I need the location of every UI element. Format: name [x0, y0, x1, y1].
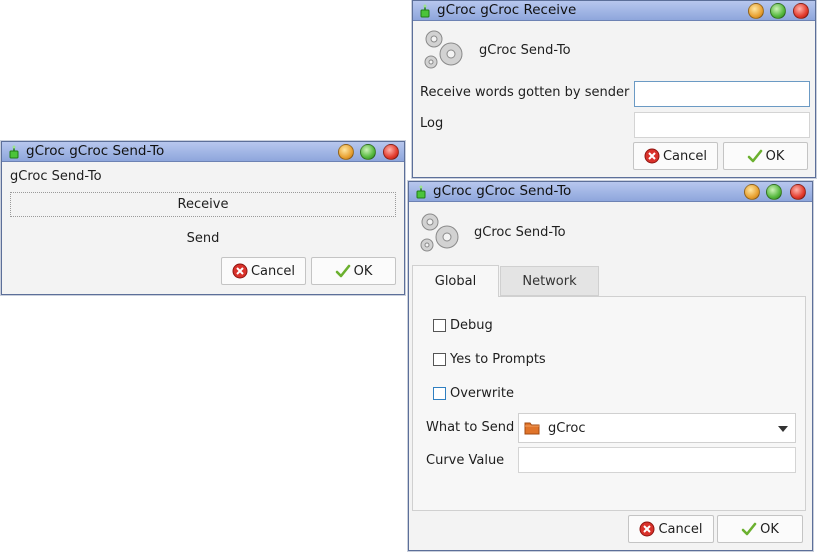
debug-checkbox[interactable]: Debug [433, 318, 493, 333]
ok-label: OK [765, 148, 785, 164]
ok-label: OK [760, 521, 779, 537]
gears-icon [420, 213, 459, 252]
cancel-button[interactable]: Cancel [633, 142, 718, 170]
dialog-heading: gCroc Send-To [10, 169, 102, 184]
chevron-down-icon [778, 426, 788, 432]
title-bar[interactable]: gCroc gCroc Send-To [2, 142, 404, 162]
yes-to-prompts-checkbox[interactable]: Yes to Prompts [433, 352, 546, 367]
gears-icon [424, 30, 463, 69]
cancel-label: Cancel [662, 148, 708, 164]
checkbox-box[interactable] [433, 353, 446, 366]
app-icon [416, 185, 426, 199]
cancel-button[interactable]: Cancel [221, 257, 306, 285]
what-to-send-value: gCroc [548, 420, 586, 436]
send-to-small-window: gCroc gCroc Send-To gCroc Send-To Receiv… [1, 141, 405, 295]
cancel-label: Cancel [250, 263, 296, 279]
tab-global[interactable]: Global [412, 265, 499, 297]
folder-icon [524, 422, 540, 435]
receive-label: Receive [177, 197, 229, 212]
cancel-icon [644, 148, 660, 164]
debug-label: Debug [450, 318, 493, 333]
ok-button[interactable]: OK [717, 515, 803, 543]
cancel-icon [232, 263, 248, 279]
what-to-send-select[interactable]: gCroc [518, 413, 796, 443]
ok-button[interactable]: OK [311, 257, 396, 285]
minimize-button[interactable] [744, 184, 760, 200]
checkmark-icon [335, 264, 350, 278]
checkbox-box[interactable] [433, 387, 446, 400]
checkmark-icon [747, 149, 762, 163]
app-icon [420, 4, 430, 18]
log-field[interactable] [634, 112, 810, 138]
maximize-button[interactable] [360, 144, 376, 160]
tab-network[interactable]: Network [500, 266, 599, 296]
send-to-settings-window: gCroc gCroc Send-To gCroc Send-To Global… [408, 181, 813, 551]
tab-panel-global: Debug Yes to Prompts Overwrite What to S… [412, 296, 806, 511]
log-label: Log [420, 116, 444, 131]
overwrite-checkbox[interactable]: Overwrite [433, 386, 514, 401]
cancel-button[interactable]: Cancel [628, 515, 714, 543]
curve-value-label: Curve Value [426, 453, 505, 468]
close-button[interactable] [793, 3, 809, 19]
words-input[interactable] [634, 81, 810, 107]
app-icon [9, 145, 19, 159]
title-bar[interactable]: gCroc gCroc Receive [413, 1, 815, 21]
yes-to-prompts-label: Yes to Prompts [450, 352, 546, 367]
cancel-icon [639, 521, 655, 537]
maximize-button[interactable] [766, 184, 782, 200]
minimize-button[interactable] [748, 3, 764, 19]
cancel-label: Cancel [658, 521, 703, 537]
receive-window: gCroc gCroc Receive gCroc Send-To Receiv… [412, 0, 816, 178]
dialog-heading: gCroc Send-To [479, 43, 571, 58]
checkbox-box[interactable] [433, 319, 446, 332]
checkmark-icon [741, 522, 757, 536]
receive-button[interactable]: Receive [10, 192, 396, 217]
window-title: gCroc gCroc Receive [437, 2, 577, 18]
send-label: Send [186, 231, 220, 246]
curve-value-input[interactable] [518, 447, 796, 473]
minimize-button[interactable] [338, 144, 354, 160]
close-button[interactable] [383, 144, 399, 160]
close-button[interactable] [790, 184, 806, 200]
ok-button[interactable]: OK [723, 142, 808, 170]
what-to-send-label: What to Send [426, 420, 515, 435]
title-bar[interactable]: gCroc gCroc Send-To [409, 182, 812, 202]
maximize-button[interactable] [770, 3, 786, 19]
words-label: Receive words gotten by sender [420, 85, 630, 100]
window-title: gCroc gCroc Send-To [433, 183, 572, 199]
ok-label: OK [353, 263, 373, 279]
dialog-heading: gCroc Send-To [474, 225, 566, 240]
overwrite-label: Overwrite [450, 386, 514, 401]
window-title: gCroc gCroc Send-To [26, 143, 165, 159]
send-button[interactable]: Send [10, 226, 396, 251]
